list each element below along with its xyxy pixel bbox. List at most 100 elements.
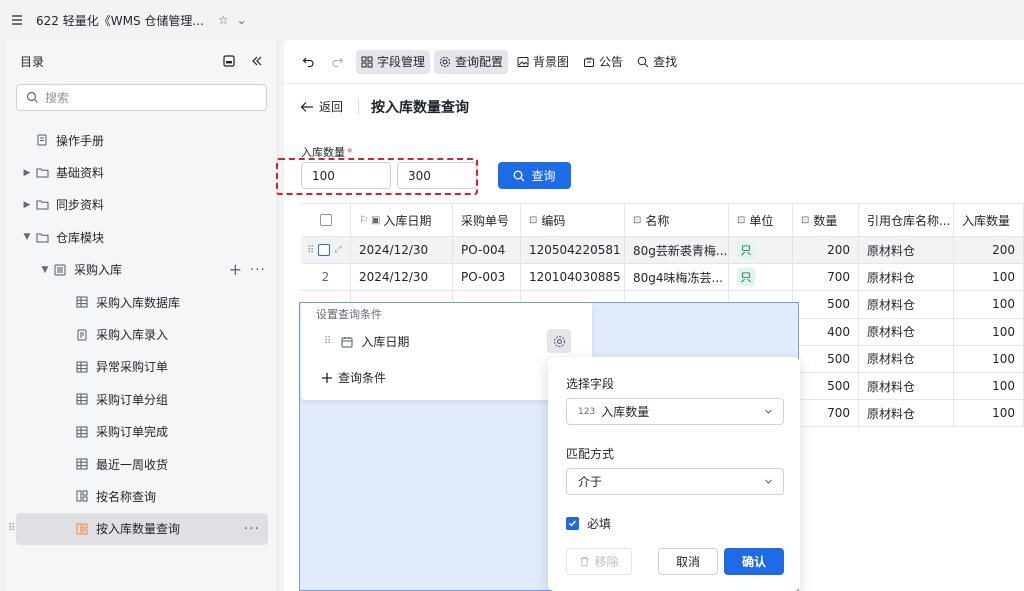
column-header[interactable]: 引用仓库名称... — [859, 204, 954, 236]
table-cell[interactable]: 2024/12/30 — [351, 264, 453, 291]
column-header[interactable]: ⊡ 编码 — [521, 204, 625, 236]
background-button[interactable]: 背景图 — [512, 50, 574, 74]
add-icon[interactable]: + — [229, 260, 242, 279]
sidebar-item-query-by-name[interactable]: 按名称查询 — [6, 480, 278, 512]
confirm-button[interactable]: 确认 — [724, 548, 784, 575]
more-icon[interactable]: ··· — [244, 521, 260, 537]
highlight-annotation — [276, 158, 478, 195]
search-icon — [514, 170, 525, 181]
sidebar-item-warehouse[interactable]: ▼ 仓库模块 — [6, 221, 278, 253]
table-cell[interactable]: 100 — [954, 373, 1024, 400]
menu-icon[interactable] — [10, 13, 24, 27]
row-checkbox[interactable] — [318, 244, 331, 257]
column-header[interactable]: ⊡ 数量 — [793, 204, 859, 236]
expand-arrow-icon[interactable]: ▶ — [20, 168, 34, 178]
table-cell[interactable]: 100 — [954, 318, 1024, 345]
sidebar-item-label: 基础资料 — [56, 166, 105, 181]
sidebar-item-sync-data[interactable]: ▶ 同步资料 — [6, 189, 278, 221]
star-icon[interactable]: ☆ — [218, 13, 229, 27]
drag-handle-icon[interactable]: ⠿ — [324, 336, 331, 347]
column-header[interactable]: 入库数量 — [954, 204, 1024, 236]
collapse-sidebar-icon[interactable] — [247, 51, 267, 71]
sidebar-item-recent-week[interactable]: 最近一周收货 — [6, 448, 278, 480]
checkbox-checked-icon[interactable] — [566, 517, 579, 530]
table-cell[interactable]: 原材料仓 — [859, 400, 954, 427]
table-cell[interactable]: 700 — [793, 264, 859, 291]
condition-settings-button[interactable] — [547, 329, 571, 353]
column-header[interactable]: ⊡ 单位 — [729, 204, 793, 236]
drag-handle-icon[interactable]: ⠿ — [307, 245, 314, 256]
match-mode-select[interactable]: 介于 — [566, 468, 784, 495]
table-cell[interactable]: 400 — [793, 318, 859, 345]
table-cell[interactable]: 80g4味梅冻芸... — [625, 264, 729, 291]
sidebar-item-manual[interactable]: 操作手册 — [6, 124, 278, 156]
drag-handle-icon[interactable]: ⠿ — [8, 523, 15, 534]
expand-arrow-icon[interactable]: ▶ — [20, 200, 34, 210]
table-cell[interactable]: 80g芸新裘青梅... — [625, 237, 729, 264]
sidebar-item-order-groups[interactable]: 采购订单分组 — [6, 383, 278, 415]
redo-button[interactable] — [327, 50, 352, 74]
sidebar-item-purchase-entry[interactable]: 采购入库录入 — [6, 318, 278, 350]
table-row[interactable]: ⠿ ⤢ 2024/12/30 PO-004 120504220581 80g芸新裘… — [301, 237, 1024, 265]
collapse-all-icon[interactable] — [219, 51, 239, 71]
more-icon[interactable]: ··· — [250, 262, 266, 278]
table-row[interactable]: 2 2024/12/30 PO-003 120104030885 80g4味梅冻… — [301, 264, 1024, 292]
sidebar-item-order-complete[interactable]: 采购订单完成 — [6, 416, 278, 448]
find-button[interactable]: 查找 — [632, 50, 682, 74]
folder-icon — [34, 229, 50, 245]
collapse-arrow-icon[interactable]: ▼ — [20, 232, 34, 242]
table-cell[interactable]: 只 — [729, 237, 793, 264]
table-cell[interactable]: 500 — [793, 373, 859, 400]
row-select-cell[interactable]: ⠿ ⤢ — [301, 237, 351, 264]
field-select[interactable]: 123 入库数量 — [566, 398, 784, 425]
collapse-arrow-icon[interactable]: ▼ — [38, 265, 52, 275]
sidebar-item-basic-data[interactable]: ▶ 基础资料 — [6, 156, 278, 188]
sidebar-item-purchase-in[interactable]: ▼ 采购入库 + ··· — [6, 254, 278, 286]
table-cell[interactable]: 200 — [793, 237, 859, 264]
table-cell[interactable]: 原材料仓 — [859, 237, 954, 264]
table-cell[interactable]: 原材料仓 — [859, 291, 954, 318]
table-cell[interactable]: 120104030885 — [521, 264, 625, 291]
table-cell[interactable]: PO-004 — [453, 237, 521, 264]
table-cell[interactable]: 原材料仓 — [859, 318, 954, 345]
table-cell[interactable]: 100 — [954, 345, 1024, 372]
table-cell[interactable]: 120504220581 — [521, 237, 625, 264]
select-all-cell[interactable] — [301, 204, 351, 236]
select-all-checkbox[interactable] — [319, 214, 332, 226]
notice-button[interactable]: 公告 — [578, 50, 628, 74]
chevron-down-icon[interactable]: ⌄ — [237, 13, 247, 27]
undo-button[interactable] — [298, 50, 323, 74]
document-title[interactable]: 622 轻量化《WMS 仓储管理... — [36, 12, 204, 29]
query-config-button[interactable]: 查询配置 — [434, 49, 509, 74]
table-cell[interactable]: 500 — [793, 345, 859, 372]
sidebar-item-abnormal-orders[interactable]: 异常采购订单 — [6, 351, 278, 383]
table-cell[interactable]: 只 — [729, 264, 793, 291]
add-condition-button[interactable]: 查询条件 — [321, 369, 386, 386]
table-cell[interactable]: 原材料仓 — [859, 264, 954, 291]
table-cell[interactable]: 原材料仓 — [859, 373, 954, 400]
table-cell[interactable]: 200 — [954, 237, 1024, 264]
cancel-button[interactable]: 取消 — [658, 548, 718, 575]
sidebar-item-purchase-db[interactable]: 采购入库数据库 — [6, 286, 278, 318]
condition-item[interactable]: ⠿ 入库日期 — [324, 333, 409, 350]
search-input[interactable]: 搜索 — [16, 84, 267, 111]
table-cell[interactable]: 100 — [954, 291, 1024, 318]
required-checkbox[interactable]: 必填 — [566, 515, 611, 532]
table-cell[interactable]: 700 — [793, 400, 859, 427]
back-button[interactable]: 返回 — [300, 98, 343, 115]
table-cell[interactable]: 100 — [954, 264, 1024, 291]
table-cell[interactable]: 2024/12/30 — [351, 237, 453, 264]
table-cell[interactable]: PO-003 — [453, 264, 521, 291]
column-header[interactable]: ⊡ 名称 — [625, 204, 729, 236]
field-management-label: 字段管理 — [377, 55, 426, 69]
field-management-button[interactable]: 字段管理 — [356, 49, 431, 74]
column-header[interactable]: ⚐ ▣ 入库日期 — [351, 204, 453, 236]
sidebar-item-query-by-qty[interactable]: ⠿ 按入库数量查询 ··· — [8, 512, 268, 546]
table-cell[interactable]: 原材料仓 — [859, 345, 954, 372]
expand-icon[interactable]: ⤢ — [334, 245, 341, 255]
query-button[interactable]: 查询 — [498, 162, 571, 189]
table-cell[interactable]: 500 — [793, 291, 859, 318]
table-cell[interactable]: 100 — [954, 400, 1024, 427]
column-header[interactable]: 采购单号 — [453, 204, 521, 236]
remove-button[interactable]: 移除 — [566, 548, 632, 575]
